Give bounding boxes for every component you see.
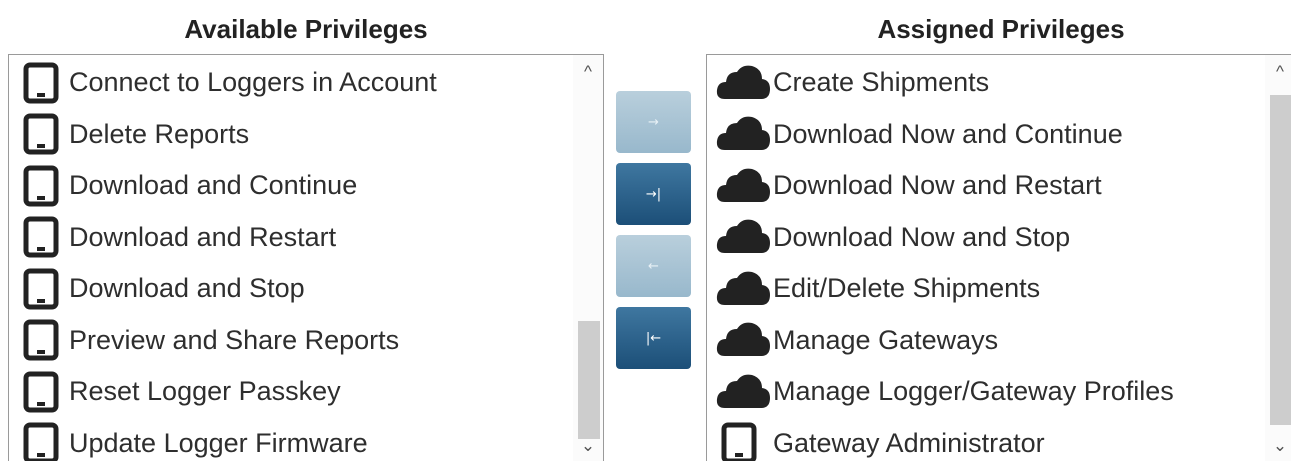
available-privileges-title: Available Privileges xyxy=(184,14,428,44)
cloud-icon xyxy=(715,217,771,257)
list-item[interactable]: Create Shipments xyxy=(707,57,1265,109)
list-item[interactable]: Delete Reports xyxy=(9,109,573,161)
list-item-label: Delete Reports xyxy=(69,118,250,149)
tablet-icon xyxy=(23,268,59,310)
list-item[interactable]: Download Now and Stop xyxy=(707,212,1265,264)
list-item-label: Create Shipments xyxy=(773,67,990,98)
list-item-label: Edit/Delete Shipments xyxy=(773,273,1041,304)
list-item-label: Download and Restart xyxy=(69,221,337,252)
scroll-up-icon[interactable]: ^ xyxy=(1265,57,1291,87)
list-item[interactable]: Gateway Administrator xyxy=(707,418,1265,461)
list-item-label: Gateway Administrator xyxy=(773,427,1045,458)
list-item[interactable]: Download Now and Continue xyxy=(707,109,1265,161)
cloud-icon xyxy=(715,372,771,412)
scroll-down-icon[interactable]: ⌄ xyxy=(1265,431,1291,461)
available-privileges-list[interactable]: Connect to Loggers in Account Delete Rep… xyxy=(8,54,604,461)
add-all-button[interactable]: →| xyxy=(616,163,691,225)
available-list-scrollbar[interactable]: ^ ⌄ xyxy=(573,55,603,461)
tablet-icon xyxy=(23,216,59,258)
tablet-icon xyxy=(23,319,59,361)
list-item-label: Download and Continue xyxy=(69,170,358,201)
list-item[interactable]: Download and Continue xyxy=(9,160,573,212)
list-item-label: Preview and Share Reports xyxy=(69,324,400,355)
add-selected-button[interactable]: → xyxy=(616,91,691,153)
assigned-privileges-title: Assigned Privileges xyxy=(877,14,1125,44)
remove-all-button[interactable]: |← xyxy=(616,307,691,369)
cloud-icon xyxy=(715,320,771,360)
assigned-list-scrollbar[interactable]: ^ ⌄ xyxy=(1265,55,1291,461)
list-item[interactable]: Preview and Share Reports xyxy=(9,315,573,367)
cloud-icon xyxy=(715,63,771,103)
scroll-up-icon[interactable]: ^ xyxy=(573,57,603,87)
tablet-icon xyxy=(23,113,59,155)
list-item-label: Download Now and Stop xyxy=(773,221,1071,252)
list-item-label: Manage Gateways xyxy=(773,324,999,355)
list-item[interactable]: Connect to Loggers in Account xyxy=(9,57,573,109)
assigned-privileges-list[interactable]: Create Shipments Download Now and Contin… xyxy=(706,54,1291,461)
scroll-down-icon[interactable]: ⌄ xyxy=(573,431,603,461)
remove-selected-button[interactable]: ← xyxy=(616,235,691,297)
list-item[interactable]: Edit/Delete Shipments xyxy=(707,263,1265,315)
list-item[interactable]: Reset Logger Passkey xyxy=(9,366,573,418)
tablet-icon xyxy=(23,62,59,104)
cloud-icon xyxy=(715,114,771,154)
list-item-label: Update Logger Firmware xyxy=(69,427,368,458)
list-item-label: Connect to Loggers in Account xyxy=(69,67,437,98)
list-item-label: Manage Logger/Gateway Profiles xyxy=(773,376,1174,407)
list-item[interactable]: Update Logger Firmware xyxy=(9,418,573,461)
list-item[interactable]: Manage Gateways xyxy=(707,315,1265,367)
list-item-label: Download Now and Continue xyxy=(773,118,1123,149)
list-item-label: Download Now and Restart xyxy=(773,170,1102,201)
tablet-icon xyxy=(23,371,59,413)
list-item-label: Reset Logger Passkey xyxy=(69,376,341,407)
list-item[interactable]: Download and Restart xyxy=(9,212,573,264)
list-item[interactable]: Download and Stop xyxy=(9,263,573,315)
cloud-icon xyxy=(715,269,771,309)
tablet-icon xyxy=(721,422,757,461)
tablet-icon xyxy=(23,165,59,207)
tablet-icon xyxy=(23,422,59,461)
list-item[interactable]: Manage Logger/Gateway Profiles xyxy=(707,366,1265,418)
scroll-thumb[interactable] xyxy=(1270,95,1291,425)
list-item-label: Download and Stop xyxy=(69,273,305,304)
scroll-thumb[interactable] xyxy=(578,321,600,439)
cloud-icon xyxy=(715,166,771,206)
list-item[interactable]: Download Now and Restart xyxy=(707,160,1265,212)
